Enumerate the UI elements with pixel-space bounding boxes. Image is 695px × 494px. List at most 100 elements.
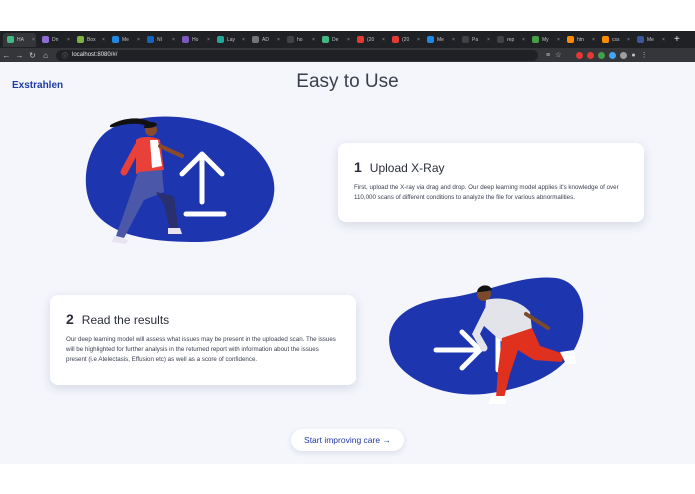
address-bar[interactable]: ⓘ localhost:8080/#/	[56, 49, 538, 61]
browser-tab[interactable]: Me ×	[423, 33, 456, 47]
tab-close-icon[interactable]: ×	[102, 37, 105, 43]
browser-tab[interactable]: css ×	[598, 33, 631, 47]
tab-close-icon[interactable]: ×	[207, 37, 210, 43]
tab-favicon-icon	[7, 36, 14, 43]
tab-label: Ho	[192, 36, 199, 43]
info-icon[interactable]: ⓘ	[62, 51, 68, 60]
step-description: Our deep learning model will assess what…	[66, 336, 336, 363]
tab-label: (20	[402, 36, 410, 43]
browser-tab[interactable]: (20 ×	[388, 33, 421, 47]
step-number: 1	[354, 159, 362, 175]
menu-icon[interactable]: ⋮	[641, 51, 648, 59]
tab-favicon-icon	[77, 36, 84, 43]
tab-close-icon[interactable]: ×	[242, 37, 245, 43]
tab-close-icon[interactable]: ×	[67, 37, 70, 43]
step-heading: 2 Read the results	[66, 311, 340, 327]
extension-icon[interactable]	[598, 51, 606, 59]
browser-tab[interactable]: HA ×	[3, 32, 36, 47]
step-card-results: 2 Read the results Our deep learning mod…	[50, 295, 356, 385]
tab-label: AD	[262, 36, 269, 43]
browser-tab[interactable]: (20 ×	[353, 33, 386, 47]
tab-close-icon[interactable]: ×	[137, 37, 140, 43]
results-illustration	[389, 277, 584, 404]
bottom-margin	[0, 464, 695, 494]
browser-tab[interactable]: Me ×	[108, 33, 141, 47]
tab-favicon-icon	[637, 36, 644, 43]
tab-label: Dn	[52, 36, 59, 43]
extensions-row	[576, 51, 631, 59]
tab-close-icon[interactable]: ×	[627, 37, 630, 43]
tab-close-icon[interactable]: ×	[417, 37, 420, 43]
tab-favicon-icon	[427, 36, 434, 43]
tab-label: De	[332, 36, 339, 43]
tab-close-icon[interactable]: ×	[487, 37, 490, 43]
extension-icon[interactable]	[587, 51, 595, 59]
tab-favicon-icon	[147, 36, 154, 43]
tab-favicon-icon	[532, 36, 539, 43]
extension-icon[interactable]	[620, 51, 628, 59]
browser-tab[interactable]: Me ×	[633, 33, 666, 47]
reload-icon[interactable]: ↻	[26, 51, 39, 60]
tab-close-icon[interactable]: ×	[277, 37, 280, 43]
tab-close-icon[interactable]: ×	[382, 37, 385, 43]
browser-tab[interactable]: My ×	[528, 33, 561, 47]
bookmark-star-icon[interactable]: ☆	[555, 51, 561, 59]
start-improving-care-button[interactable]: Start improving care →	[291, 429, 404, 451]
upload-illustration	[85, 116, 275, 244]
tab-close-icon[interactable]: ×	[347, 37, 350, 43]
new-tab-button[interactable]: +	[674, 34, 680, 45]
tab-label: (20	[367, 36, 375, 43]
tab-close-icon[interactable]: ×	[522, 37, 525, 43]
reading-list-icon[interactable]: ≡	[546, 52, 550, 59]
step-title: Upload X-Ray	[369, 161, 445, 175]
tab-close-icon[interactable]: ×	[172, 37, 175, 43]
tab-label: HA	[17, 36, 24, 43]
tab-favicon-icon	[112, 36, 119, 43]
browser-tab[interactable]: Ho ×	[178, 33, 211, 47]
tab-label: Lay	[227, 36, 236, 43]
tab-favicon-icon	[462, 36, 469, 43]
profile-icon[interactable]: ●	[631, 52, 635, 59]
top-margin	[0, 0, 695, 31]
tab-favicon-icon	[322, 36, 329, 43]
page-title: Easy to Use	[296, 71, 399, 92]
tab-label: NI	[157, 36, 162, 43]
tab-label: rep	[507, 36, 515, 43]
tab-favicon-icon	[602, 36, 609, 43]
browser-tab[interactable]: AD ×	[248, 33, 281, 47]
extension-icon[interactable]	[609, 51, 617, 59]
browser-tab[interactable]: Pa ×	[458, 33, 491, 47]
tab-favicon-icon	[217, 36, 224, 43]
step-heading: 1 Upload X-Ray	[354, 159, 628, 175]
tab-favicon-icon	[42, 36, 49, 43]
extension-icon[interactable]	[576, 51, 584, 59]
tab-close-icon[interactable]: ×	[662, 37, 665, 43]
tab-favicon-icon	[182, 36, 189, 43]
home-icon[interactable]: ⌂	[39, 51, 52, 60]
browser-tab-strip: HA × Dn × Box × Me × NI × Ho × Lay × AD × ho × De × (20 × (20 ×…	[0, 31, 695, 48]
tab-close-icon[interactable]: ×	[452, 37, 455, 43]
browser-tab[interactable]: Dn ×	[38, 33, 71, 47]
browser-tab[interactable]: rep ×	[493, 33, 526, 47]
tab-label: Box	[87, 36, 96, 43]
tab-close-icon[interactable]: ×	[592, 37, 595, 43]
step-title: Read the results	[81, 313, 170, 327]
tab-close-icon[interactable]: ×	[312, 37, 315, 43]
browser-tab[interactable]: ho ×	[283, 33, 316, 47]
forward-icon[interactable]: →	[13, 51, 26, 60]
step-description: First, upload the X-ray via drag and dro…	[354, 184, 619, 201]
tab-favicon-icon	[497, 36, 504, 43]
page-viewport: Exstrahlen Easy to Use 1 Upload X-Ray Fi…	[0, 62, 695, 464]
browser-tab[interactable]: Lay ×	[213, 33, 246, 47]
tab-label: css	[612, 36, 620, 43]
tab-close-icon[interactable]: ×	[32, 37, 35, 43]
browser-tab[interactable]: De ×	[318, 33, 351, 47]
back-icon[interactable]: ←	[0, 51, 13, 60]
browser-tab[interactable]: NI ×	[143, 33, 176, 47]
tab-label: Pa	[472, 36, 479, 43]
tab-close-icon[interactable]: ×	[557, 37, 560, 43]
browser-tab[interactable]: Box ×	[73, 33, 106, 47]
step-number: 2	[66, 311, 74, 327]
browser-tab[interactable]: htn ×	[563, 33, 596, 47]
tab-label: My	[542, 36, 549, 43]
